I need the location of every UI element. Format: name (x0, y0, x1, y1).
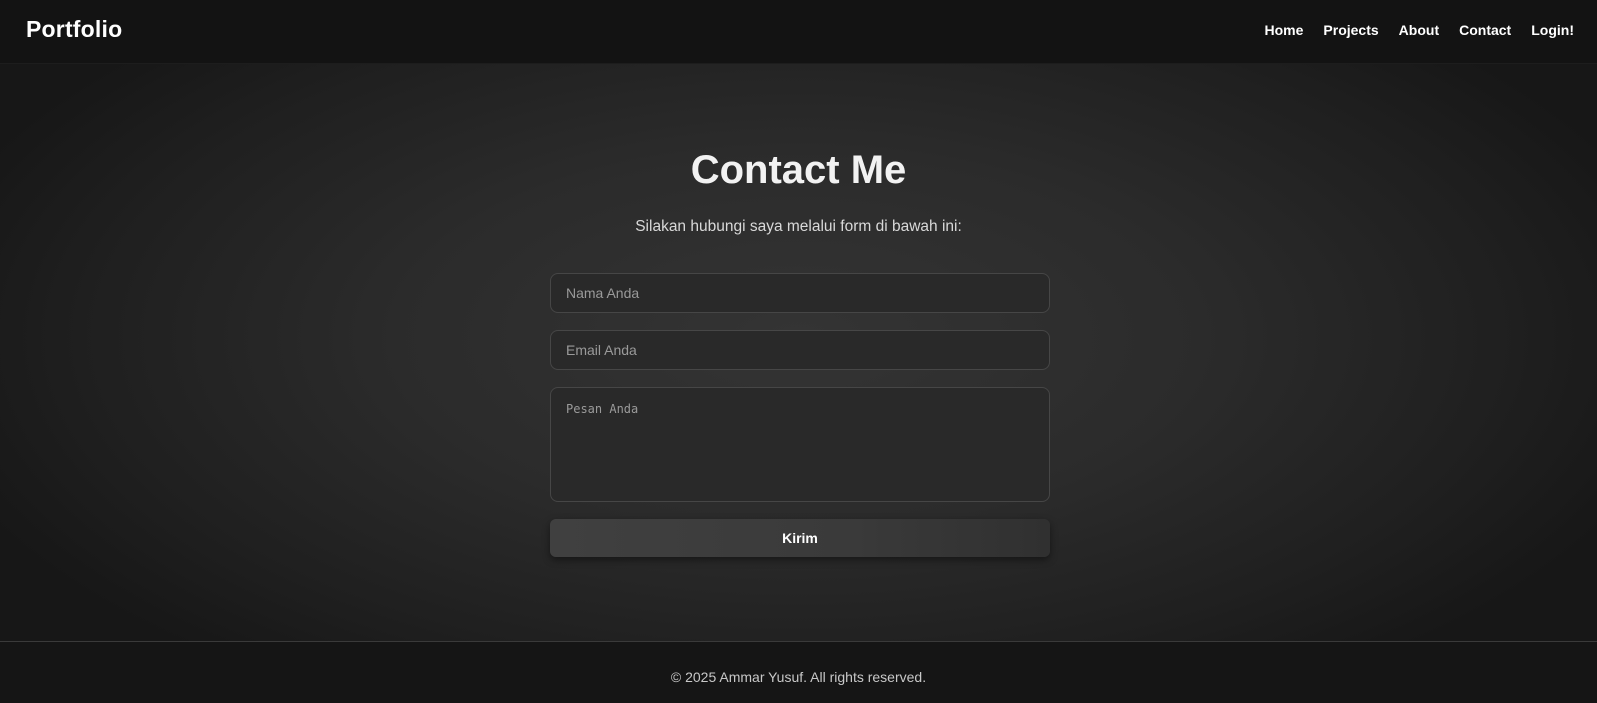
page-subtitle: Silakan hubungi saya melalui form di baw… (635, 218, 962, 235)
page-title: Contact Me (690, 148, 907, 192)
nav-link-home[interactable]: Home (1265, 22, 1304, 38)
name-input[interactable] (550, 273, 1050, 313)
footer: © 2025 Ammar Yusuf. All rights reserved. (0, 641, 1597, 703)
navbar: Portfolio Home Projects About Contact Lo… (0, 0, 1597, 64)
nav-link-login[interactable]: Login! (1531, 22, 1574, 38)
brand-logo[interactable]: Portfolio (26, 16, 122, 43)
submit-button[interactable]: Kirim (550, 519, 1050, 557)
message-textarea[interactable] (550, 387, 1050, 502)
contact-form: Kirim (550, 273, 1050, 557)
nav-link-projects[interactable]: Projects (1323, 22, 1378, 38)
nav-link-about[interactable]: About (1399, 22, 1439, 38)
nav-links: Home Projects About Contact Login! (1265, 22, 1574, 38)
nav-link-contact[interactable]: Contact (1459, 22, 1511, 38)
email-input[interactable] (550, 330, 1050, 370)
footer-copyright: © 2025 Ammar Yusuf. All rights reserved. (670, 669, 927, 685)
page: Portfolio Home Projects About Contact Lo… (0, 0, 1597, 703)
